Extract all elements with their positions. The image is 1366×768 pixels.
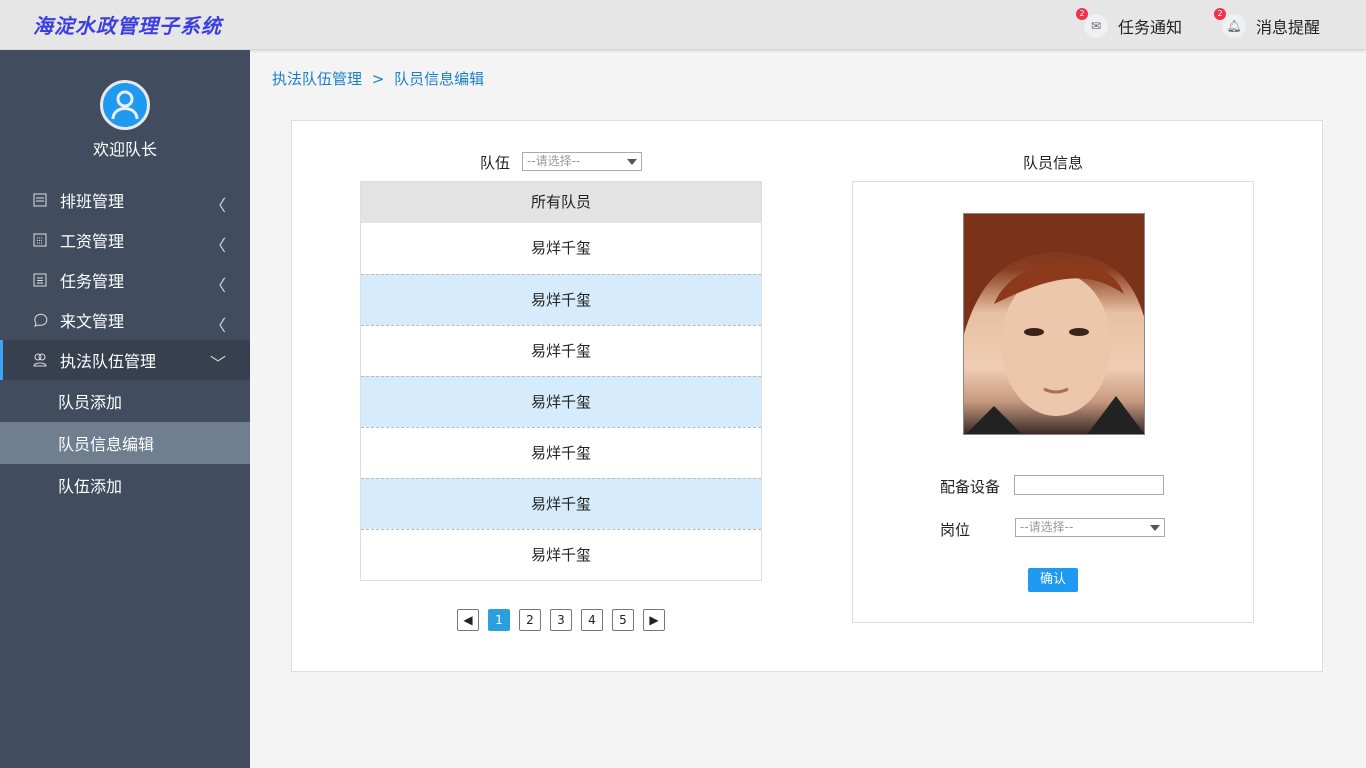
users-icon xyxy=(32,352,48,368)
submenu-member-add[interactable]: 队员添加 xyxy=(0,380,250,422)
table-row[interactable]: 易烊千玺 xyxy=(361,427,761,478)
document-icon xyxy=(32,272,48,288)
sidebar-item-documents[interactable]: 来文管理 〈 xyxy=(0,300,250,340)
chevron-left-icon: 〈 xyxy=(209,316,226,335)
task-notification[interactable]: 2 ✉ 任务通知 xyxy=(1076,8,1183,38)
sidebar-item-label: 任务管理 xyxy=(60,272,125,291)
breadcrumb-parent[interactable]: 执法队伍管理 xyxy=(272,70,362,88)
table-row[interactable]: 易烊千玺 xyxy=(361,529,761,580)
confirm-button[interactable]: 确认 xyxy=(1028,568,1078,592)
sidebar-item-label: 执法队伍管理 xyxy=(60,352,157,371)
page-4[interactable]: 4 xyxy=(581,609,603,631)
sidebar: 欢迎队长 排班管理〈 工资管理〈 任务管理〈 来文管理〈 执法队伍管理 ﹀ 队员添… xyxy=(0,50,250,768)
page-5[interactable]: 5 xyxy=(612,609,634,631)
table-row[interactable]: 易烊千玺 xyxy=(361,376,761,427)
page-2[interactable]: 2 xyxy=(519,609,541,631)
message-badge: 2 xyxy=(1214,8,1226,20)
welcome-text: 欢迎队长 xyxy=(92,140,157,159)
mail-icon: 2 ✉ xyxy=(1076,8,1108,38)
member-info-box: 配备设备 岗位 --请选择-- 确认 xyxy=(852,181,1254,623)
equipment-input[interactable] xyxy=(1014,475,1164,495)
page-3[interactable]: 3 xyxy=(550,609,572,631)
breadcrumb-current: 队员信息编辑 xyxy=(394,70,485,88)
chevron-left-icon: 〈 xyxy=(209,276,226,295)
app-title: 海淀水政管理子系统 xyxy=(33,14,222,38)
task-badge: 2 xyxy=(1076,8,1088,20)
chevron-left-icon: 〈 xyxy=(209,236,226,255)
sidebar-item-label: 工资管理 xyxy=(60,232,125,251)
chevron-down-icon: ﹀ xyxy=(209,354,226,373)
member-photo xyxy=(963,213,1145,435)
message-reminder-label: 消息提醒 xyxy=(1256,18,1321,37)
page-1[interactable]: 1 xyxy=(488,609,510,631)
submenu-team-add[interactable]: 队伍添加 xyxy=(0,464,250,506)
avatar xyxy=(100,80,150,130)
table-row[interactable]: 易烊千玺 xyxy=(361,478,761,529)
message-reminder[interactable]: 2 🔔︎ 消息提醒 xyxy=(1214,8,1321,38)
team-select[interactable]: --请选择-- xyxy=(522,152,642,171)
post-label: 岗位 xyxy=(940,521,971,539)
post-select[interactable]: --请选择-- xyxy=(1015,518,1165,537)
bell-icon: 2 🔔︎ xyxy=(1214,8,1246,38)
content-panel: 队伍 --请选择-- 所有队员 易烊千玺 易烊千玺 易烊千玺 易烊千玺 易烊千玺… xyxy=(291,120,1323,672)
prev-page-button[interactable]: ◀ xyxy=(457,609,479,631)
header: 海淀水政管理子系统 2 ✉ 任务通知 2 🔔︎ 消息提醒 xyxy=(0,0,1366,50)
member-info-title: 队员信息 xyxy=(1022,154,1083,172)
submenu-member-edit[interactable]: 队员信息编辑 xyxy=(0,422,250,464)
breadcrumb-separator: > xyxy=(371,70,385,88)
chat-icon xyxy=(32,312,48,328)
sidebar-item-tasks[interactable]: 任务管理 〈 xyxy=(0,260,250,300)
sidebar-item-salary[interactable]: 工资管理 〈 xyxy=(0,220,250,260)
sidebar-item-schedule[interactable]: 排班管理 〈 xyxy=(0,180,250,220)
sidebar-item-label: 来文管理 xyxy=(60,312,125,331)
member-table: 所有队员 易烊千玺 易烊千玺 易烊千玺 易烊千玺 易烊千玺 易烊千玺 易烊千玺 xyxy=(360,181,762,581)
list-icon xyxy=(32,192,48,208)
pagination: ◀ 1 2 3 4 5 ▶ xyxy=(457,609,665,631)
breadcrumb: 执法队伍管理 > 队员信息编辑 xyxy=(272,68,484,89)
table-row[interactable]: 易烊千玺 xyxy=(361,325,761,376)
next-page-button[interactable]: ▶ xyxy=(643,609,665,631)
table-row[interactable]: 易烊千玺 xyxy=(361,223,761,274)
sidebar-item-label: 排班管理 xyxy=(60,192,125,211)
task-notification-label: 任务通知 xyxy=(1118,18,1183,37)
calendar-icon xyxy=(32,232,48,248)
team-label: 队伍 xyxy=(480,154,511,172)
equipment-label: 配备设备 xyxy=(940,478,1001,496)
sidebar-item-team[interactable]: 执法队伍管理 ﹀ xyxy=(0,340,250,380)
table-header: 所有队员 xyxy=(361,182,761,223)
chevron-left-icon: 〈 xyxy=(209,196,226,215)
table-row[interactable]: 易烊千玺 xyxy=(361,274,761,325)
